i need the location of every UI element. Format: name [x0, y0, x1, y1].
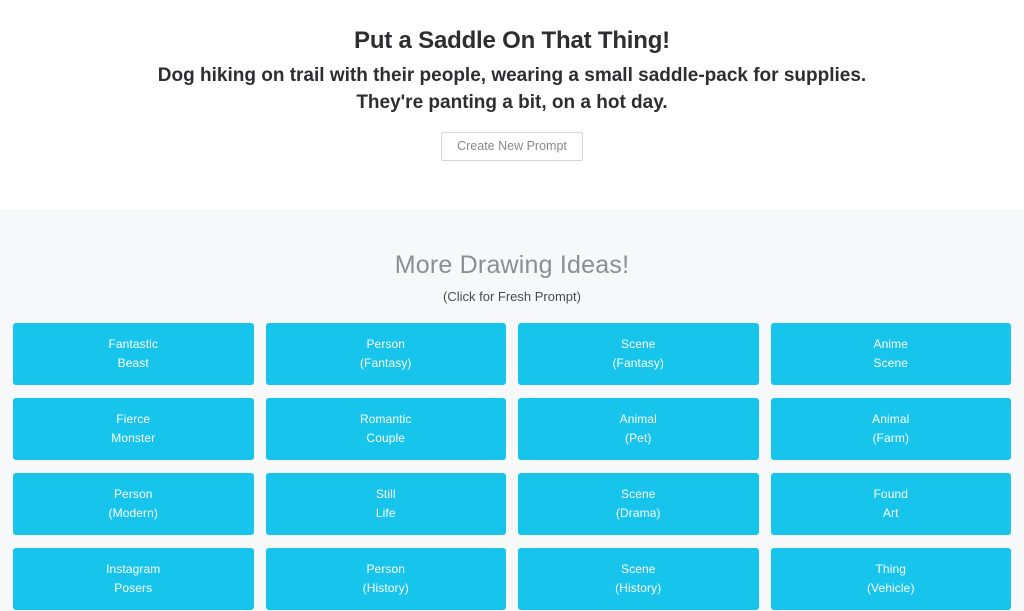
idea-tile-grid: Fantastic Beast Person (Fantasy) Scene (… — [13, 322, 1011, 610]
prompt-description: Dog hiking on trail with their people, w… — [72, 63, 952, 117]
ideas-heading: More Drawing Ideas! — [394, 251, 630, 279]
idea-tile[interactable]: Found Art — [770, 472, 1011, 535]
more-drawing-ideas-section: More Drawing Ideas! (Click for Fresh Pro… — [0, 209, 1024, 611]
idea-tile[interactable]: Scene (History) — [518, 547, 759, 610]
idea-tile-line-2: Beast — [117, 355, 149, 370]
idea-tile-line-2: Monster — [111, 430, 156, 445]
idea-tile-line-2: (Vehicle) — [866, 580, 915, 595]
idea-tile-line-1: Fantastic — [108, 337, 159, 351]
idea-tile[interactable]: Thing (Vehicle) — [770, 547, 1011, 610]
idea-tile[interactable]: Instagram Posers — [13, 547, 254, 610]
idea-tile-line-2: (Fantasy) — [359, 355, 412, 370]
idea-tile-line-1: Person — [366, 562, 406, 576]
idea-tile[interactable]: Still Life — [265, 472, 506, 535]
idea-tile[interactable]: Person (History) — [265, 547, 506, 610]
idea-tile-line-2: Posers — [114, 580, 153, 595]
idea-tile[interactable]: Fierce Monster — [13, 397, 254, 460]
idea-tile-line-2: (Fantasy) — [612, 355, 665, 370]
idea-tile-line-2: (History) — [362, 580, 409, 595]
idea-tile-line-2: Life — [375, 505, 396, 520]
idea-tile[interactable]: Scene (Fantasy) — [518, 322, 759, 385]
idea-tile[interactable]: Person (Fantasy) — [265, 322, 506, 385]
idea-tile-line-1: Animal — [619, 412, 657, 426]
new-prompt-button-wrap: Create New Prompt — [0, 131, 1024, 162]
ideas-subheading: (Click for Fresh Prompt) — [443, 289, 581, 304]
idea-tile-line-1: Anime — [873, 337, 908, 351]
idea-tile-line-1: Romantic — [360, 412, 412, 426]
idea-tile-line-1: Scene — [620, 562, 656, 576]
idea-tile-line-1: Thing — [875, 562, 907, 576]
page-title: Put a Saddle On That Thing! — [354, 27, 670, 54]
idea-tile-line-1: Scene — [620, 487, 656, 501]
idea-tile-line-1: Still — [375, 487, 396, 501]
create-new-prompt-button[interactable]: Create New Prompt — [441, 131, 583, 162]
idea-tile[interactable]: Person (Modern) — [13, 472, 254, 535]
idea-tile[interactable]: Animal (Pet) — [518, 397, 759, 460]
idea-tile-line-1: Person — [366, 337, 406, 351]
idea-tile-line-1: Fierce — [116, 412, 151, 426]
idea-tile[interactable]: Animal (Farm) — [770, 397, 1011, 460]
idea-tile-line-2: (Pet) — [624, 430, 652, 445]
idea-tile[interactable]: Fantastic Beast — [13, 322, 254, 385]
idea-tile-line-2: Couple — [366, 430, 406, 445]
prompt-description-line-1: Dog hiking on trail with their people, w… — [157, 65, 867, 86]
prompt-section: Put a Saddle On That Thing! Dog hiking o… — [0, 0, 1024, 209]
idea-tile[interactable]: Romantic Couple — [265, 397, 506, 460]
idea-tile-line-1: Found — [873, 487, 909, 501]
idea-tile-line-2: (History) — [615, 580, 662, 595]
idea-tile-line-2: Art — [882, 505, 899, 520]
idea-tile[interactable]: Scene (Drama) — [518, 472, 759, 535]
idea-tile-line-1: Person — [113, 487, 153, 501]
prompt-description-line-2: They're panting a bit, on a hot day. — [356, 91, 668, 113]
idea-tile-line-2: (Drama) — [615, 505, 661, 520]
idea-tile-line-2: (Modern) — [108, 505, 158, 520]
idea-tile-line-1: Animal — [872, 412, 910, 426]
idea-tile-line-2: Scene — [873, 355, 909, 370]
idea-tile[interactable]: Anime Scene — [770, 322, 1011, 385]
idea-tile-line-1: Instagram — [106, 562, 161, 576]
idea-tile-line-2: (Farm) — [872, 430, 910, 445]
idea-tile-line-1: Scene — [620, 337, 656, 351]
